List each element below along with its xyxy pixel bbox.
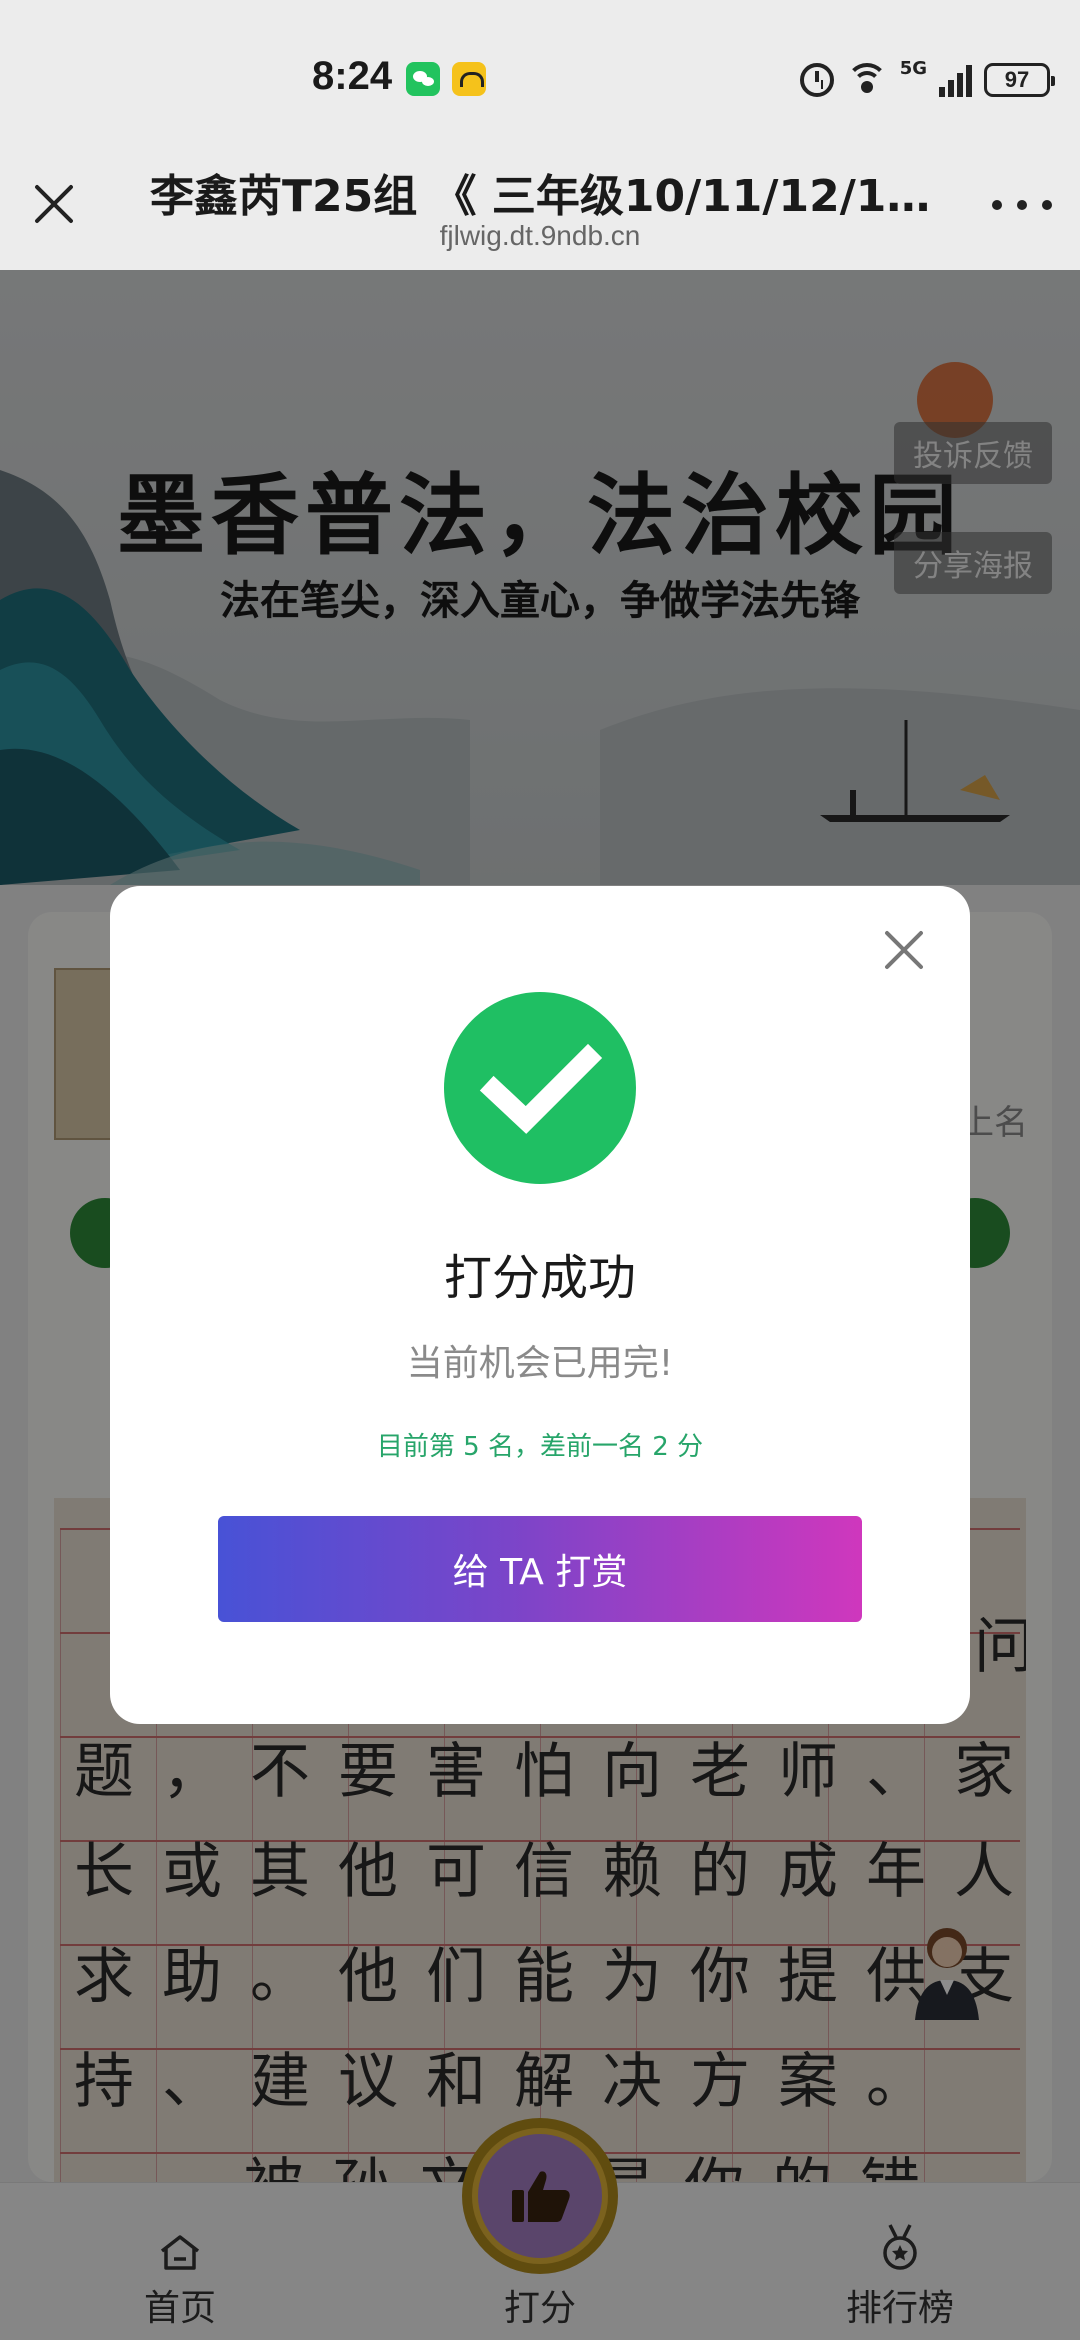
page-url: fjlwig.dt.9ndb.cn (439, 220, 641, 251)
page-title: 李鑫芮T25组 《 三年级10/11/12/13… (150, 171, 940, 222)
score-success-dialog: 打分成功 当前机会已用完! 目前第 5 名，差前一名 2 分 给 TA 打赏 (110, 886, 970, 1724)
wifi-icon (845, 63, 888, 97)
battery-icon: 97 (984, 63, 1055, 97)
app-notification-icon (452, 62, 486, 96)
status-time: 8:24 (312, 54, 393, 98)
wechat-notification-icon (406, 62, 440, 96)
status-icons: 5G 97 (799, 58, 1055, 102)
alarm-icon (799, 63, 834, 97)
network-type-label: 5G (899, 58, 927, 79)
browser-title-bar: 李鑫芮T25组 《 三年级10/11/12/13… fjlwig.dt.9ndb… (0, 140, 1080, 270)
dialog-message: 当前机会已用完! (406, 1343, 674, 1384)
reward-button[interactable]: 给 TA 打赏 (218, 1516, 862, 1622)
signal-icon (939, 63, 972, 97)
success-check-icon (444, 992, 636, 1184)
more-menu-icon[interactable] (992, 198, 1052, 212)
status-bar: 8:24 5G 97 (0, 0, 1080, 140)
dialog-title: 打分成功 (443, 1250, 636, 1306)
close-icon[interactable] (884, 930, 924, 970)
rank-status-text: 目前第 5 名，差前一名 2 分 (376, 1432, 704, 1462)
